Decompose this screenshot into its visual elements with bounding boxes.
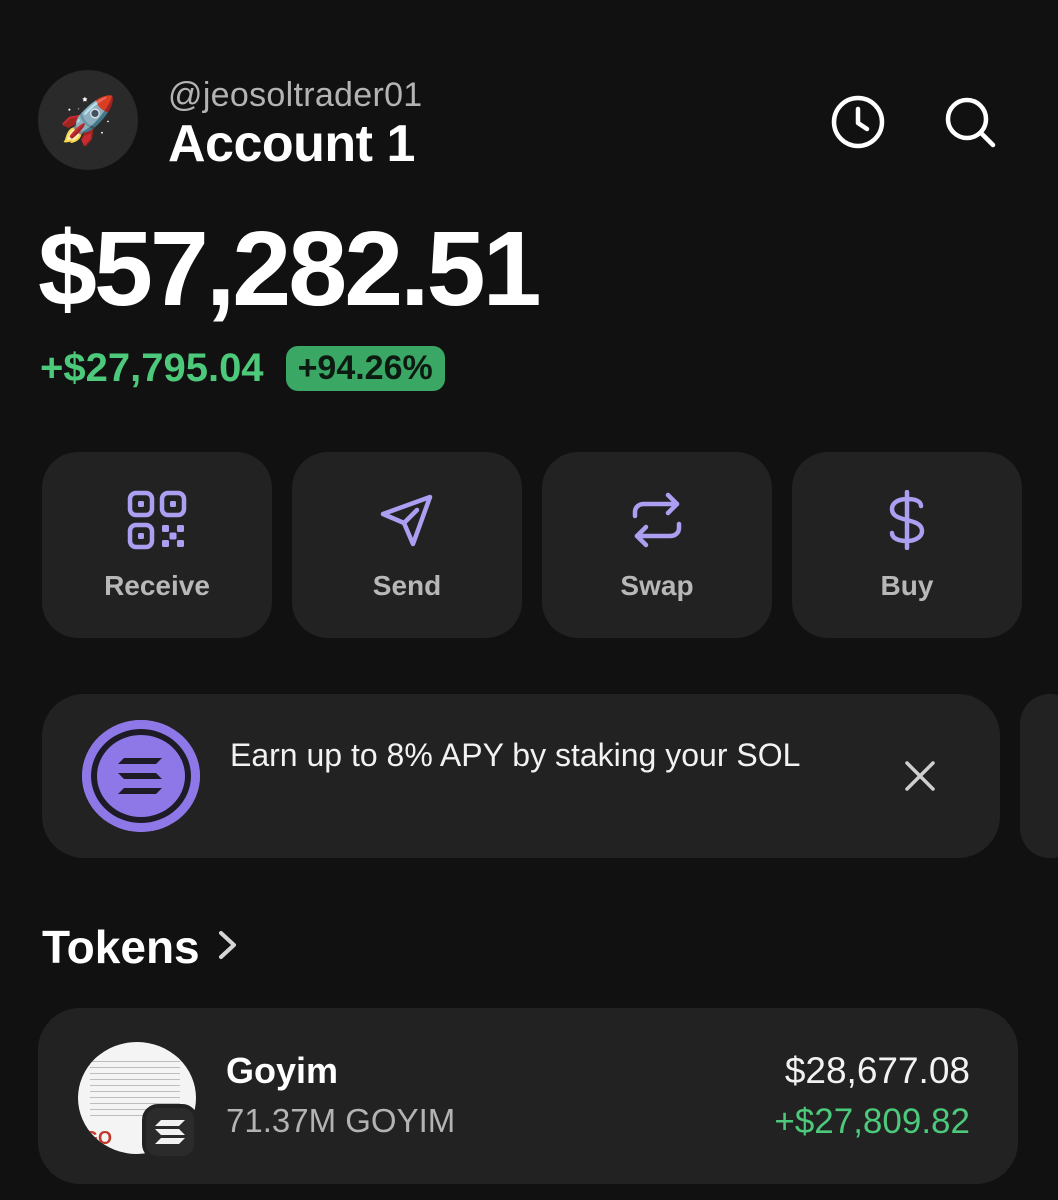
- send-button[interactable]: Send: [292, 452, 522, 638]
- history-icon[interactable]: [828, 92, 888, 152]
- staking-banner[interactable]: Earn up to 8% APY by staking your SOL: [42, 694, 1000, 858]
- balance-change-usd: +$27,795.04: [40, 346, 264, 390]
- search-icon[interactable]: [940, 92, 1000, 152]
- wallet-home: 🚀 @jeosoltrader01 Account 1 $57,282.51 +…: [0, 0, 1058, 1200]
- balance-change-row: +$27,795.04 +94.26%: [40, 346, 445, 391]
- close-icon[interactable]: [900, 756, 940, 796]
- tokens-section-header[interactable]: Tokens: [42, 920, 240, 974]
- buy-button[interactable]: Buy: [792, 452, 1022, 638]
- account-avatar[interactable]: 🚀: [38, 70, 138, 170]
- receive-label: Receive: [104, 570, 210, 601]
- token-row[interactable]: GO Goyim 71.37M GOYIM $28,677.08 +$27,80…: [38, 1008, 1018, 1184]
- swap-label: Swap: [620, 570, 694, 601]
- send-label: Send: [372, 570, 442, 601]
- solana-icon: [82, 720, 200, 832]
- rocket-icon: 🚀: [59, 93, 117, 146]
- total-balance: $57,282.51: [38, 210, 542, 328]
- swap-icon: [625, 488, 689, 552]
- token-value: $28,677.08: [784, 1050, 970, 1091]
- account-handle[interactable]: @jeosoltrader01: [168, 76, 423, 115]
- send-icon: [375, 488, 439, 552]
- receive-button[interactable]: Receive: [42, 452, 272, 638]
- staking-banner-text: Earn up to 8% APY by staking your SOL: [230, 737, 801, 773]
- token-amount: 71.37M GOYIM: [226, 1102, 456, 1139]
- action-buttons: Receive Send Swap Buy: [42, 452, 1022, 638]
- chevron-right-icon: [216, 928, 240, 967]
- token-change: +$27,809.82: [774, 1102, 970, 1141]
- swap-button[interactable]: Swap: [542, 452, 772, 638]
- dollar-icon: [875, 488, 939, 552]
- tokens-title: Tokens: [42, 921, 200, 973]
- buy-label: Buy: [880, 570, 934, 601]
- next-banner-card[interactable]: [1020, 694, 1058, 858]
- token-name: Goyim: [226, 1050, 339, 1091]
- balance-change-percent-badge: +94.26%: [285, 346, 445, 391]
- solana-chain-badge-icon: [142, 1104, 198, 1160]
- account-name[interactable]: Account 1: [168, 114, 415, 174]
- qr-code-icon: [125, 488, 189, 552]
